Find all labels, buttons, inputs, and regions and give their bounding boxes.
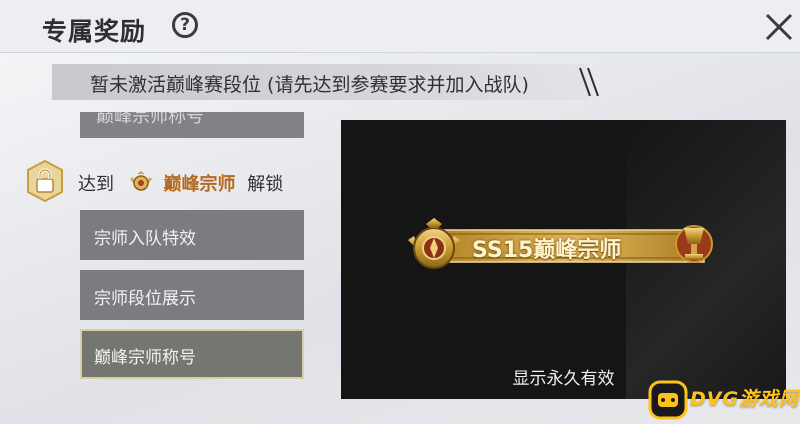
unlock-rank-name: 巅峰宗师 (163, 174, 236, 195)
rank-emblem-icon (129, 171, 152, 191)
unlock-condition: 达到 巅峰宗师 解锁 (78, 170, 283, 196)
close-icon[interactable] (762, 10, 796, 44)
lock-icon (27, 160, 63, 202)
unlock-prefix: 达到 (78, 174, 114, 195)
list-item-label: 宗师段位展示 (94, 289, 196, 309)
list-item-label: 宗师入队特效 (94, 229, 196, 249)
page-title: 专属奖励 (42, 17, 147, 46)
unlock-suffix: 解锁 (247, 174, 284, 195)
watermark-text: DVG游戏网 (690, 388, 800, 410)
list-item-label: 巅峰宗师称号 (96, 112, 204, 127)
list-item-partial[interactable]: 巅峰宗师称号 (80, 112, 304, 138)
slashes-decoration (579, 67, 599, 97)
notice-text: 暂未激活巅峰赛段位 (请先达到参赛要求并加入战队) (90, 74, 529, 96)
question-circle-icon[interactable]: ? (172, 12, 198, 38)
title-badge-text: SS15巅峰宗师 (472, 238, 622, 263)
list-item-label: 巅峰宗师称号 (94, 348, 196, 368)
list-item-title-selected[interactable]: 巅峰宗师称号 (80, 329, 304, 379)
list-item-team-effect[interactable]: 宗师入队特效 (80, 210, 304, 260)
list-item-rank-display[interactable]: 宗师段位展示 (80, 270, 304, 320)
